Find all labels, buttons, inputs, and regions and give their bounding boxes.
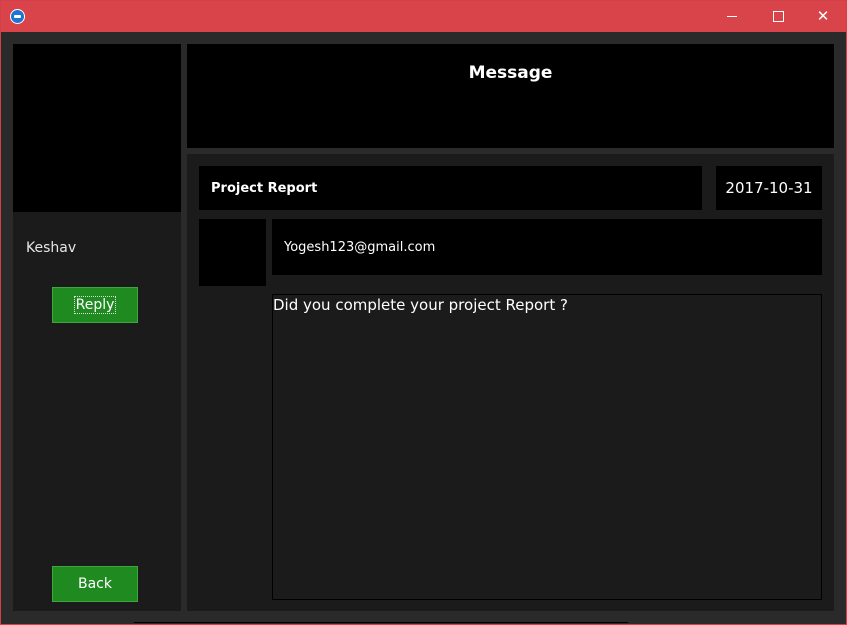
header: Message [187,44,834,148]
subject-field: Project Report [199,166,702,210]
bottom-divider [134,622,628,623]
minimize-icon [727,16,737,17]
reply-button-label: Reply [73,296,117,314]
app-window: ✕ Keshav Reply Back Message Project Repo… [0,0,847,625]
sidebar: Keshav Reply Back [13,44,181,611]
sender-avatar [13,44,181,212]
subject-text: Project Report [211,181,318,196]
close-icon: ✕ [816,7,830,25]
back-button-label: Back [78,576,112,592]
message-body-area[interactable]: Did you complete your project Report ? [272,294,822,600]
message-body-text: Did you complete your project Report ? [273,296,568,314]
app-logo-icon [10,9,25,24]
from-email-field: Yogesh123@gmail.com [272,219,822,275]
reply-button[interactable]: Reply [52,287,138,323]
maximize-icon [772,11,784,22]
message-panel: Project Report 2017-10-31 Yogesh123@gmai… [187,154,834,611]
maximize-button[interactable] [755,1,801,32]
from-avatar [199,219,266,286]
sender-name: Keshav [26,240,77,256]
from-email-text: Yogesh123@gmail.com [284,240,436,255]
close-button[interactable]: ✕ [800,1,846,32]
date-text: 2017-10-31 [725,179,813,197]
minimize-button[interactable] [709,1,755,32]
title-bar[interactable]: ✕ [1,1,846,32]
date-field: 2017-10-31 [716,166,822,210]
page-title: Message [468,63,553,83]
back-button[interactable]: Back [52,566,138,602]
